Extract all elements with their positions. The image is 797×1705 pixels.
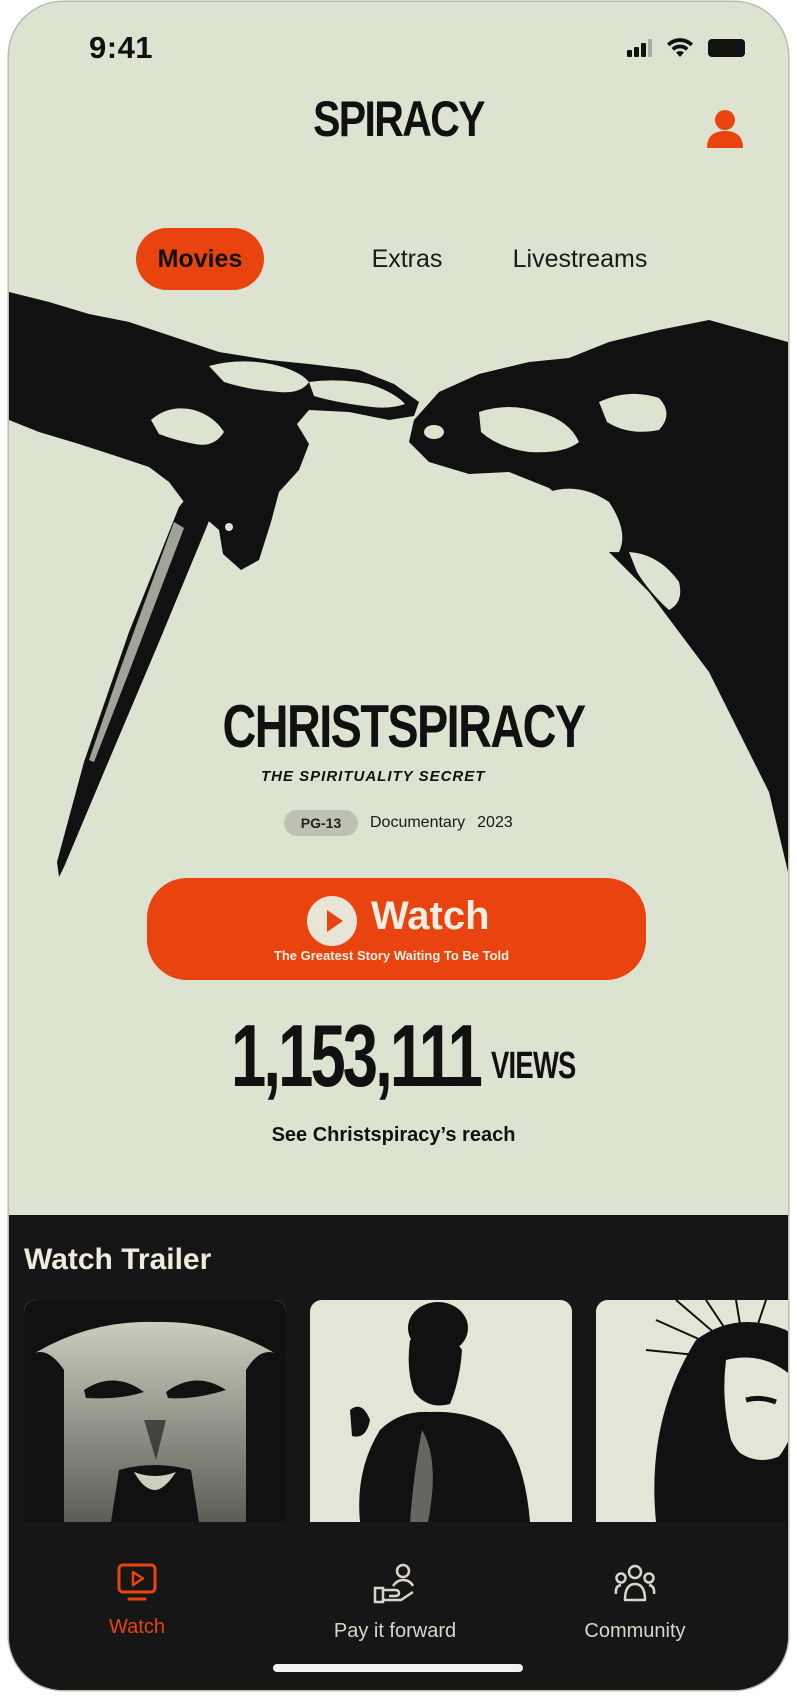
- trailer-thumbnail-jesus-crown: [24, 1300, 286, 1522]
- trailer-heading: Watch Trailer: [24, 1243, 212, 1276]
- tab-livestreams[interactable]: Livestreams: [502, 228, 658, 290]
- status-bar: 9:41: [9, 2, 788, 94]
- genre-label: Documentary: [370, 814, 466, 831]
- status-icons: [626, 38, 748, 58]
- reach-link[interactable]: See Christspiracy’s reach: [9, 1124, 778, 1147]
- watch-button-sublabel: The Greatest Story Waiting To Be Told: [273, 948, 510, 963]
- hand-illustration: [9, 292, 419, 570]
- signal-icon: [627, 39, 652, 57]
- status-time: 9:41: [89, 30, 154, 65]
- views-count: 1,153,111: [231, 1006, 483, 1105]
- knife-illustration: [57, 482, 219, 877]
- tab-bar-community[interactable]: Community: [545, 1562, 725, 1643]
- tab-bar-community-label: Community: [584, 1620, 686, 1642]
- home-indicator: [273, 1664, 523, 1672]
- battery-icon: [708, 39, 745, 57]
- sheep-illustration: [409, 320, 788, 872]
- tab-bar-pay-it-forward-label: Pay it forward: [333, 1620, 457, 1642]
- trailer-thumbnail-buddha: [310, 1300, 572, 1522]
- trailer-card[interactable]: [596, 1300, 788, 1522]
- hero-artwork: [9, 292, 788, 877]
- profile-icon[interactable]: [706, 108, 744, 148]
- play-icon: [307, 896, 357, 946]
- wifi-icon: [667, 38, 693, 57]
- tab-movies[interactable]: Movies: [136, 228, 264, 290]
- tab-bar-pay-it-forward[interactable]: Pay it forward: [305, 1562, 485, 1643]
- tab-bar-watch-label: Watch: [109, 1616, 165, 1638]
- trailer-card[interactable]: [24, 1300, 286, 1522]
- views-counter: 1,153,111 VIEWS: [9, 1005, 788, 1105]
- movie-meta: PG-13 Documentary 2023: [284, 810, 513, 836]
- play-screen-icon: [117, 1563, 157, 1601]
- tab-extras[interactable]: Extras: [357, 228, 457, 290]
- category-tabs: Movies Extras Livestreams: [9, 228, 788, 292]
- year-label: 2023: [477, 814, 513, 831]
- bottom-tab-bar: Watch Pay it forward Community: [9, 1522, 788, 1690]
- brand-logo: SPIRACY: [313, 91, 485, 147]
- views-label: VIEWS: [491, 1045, 576, 1087]
- trailer-thumbnail-jesus-halo: [596, 1300, 788, 1522]
- trailer-carousel[interactable]: [24, 1300, 788, 1522]
- hand-person-icon: [373, 1563, 415, 1604]
- trailer-card[interactable]: [310, 1300, 572, 1522]
- movie-subtitle: THE SPIRITUALITY SECRET: [261, 768, 486, 785]
- watch-button-label: Watch: [371, 894, 490, 938]
- app-screen: 9:41 SPIRACY Movies Extras Livestreams C…: [9, 2, 788, 1690]
- tab-bar-watch[interactable]: Watch: [47, 1562, 227, 1639]
- movie-title: CHRISTSPIRACY: [222, 693, 587, 760]
- rating-badge: PG-13: [284, 810, 358, 836]
- watch-button[interactable]: Watch The Greatest Story Waiting To Be T…: [147, 878, 646, 980]
- community-icon: [614, 1564, 656, 1602]
